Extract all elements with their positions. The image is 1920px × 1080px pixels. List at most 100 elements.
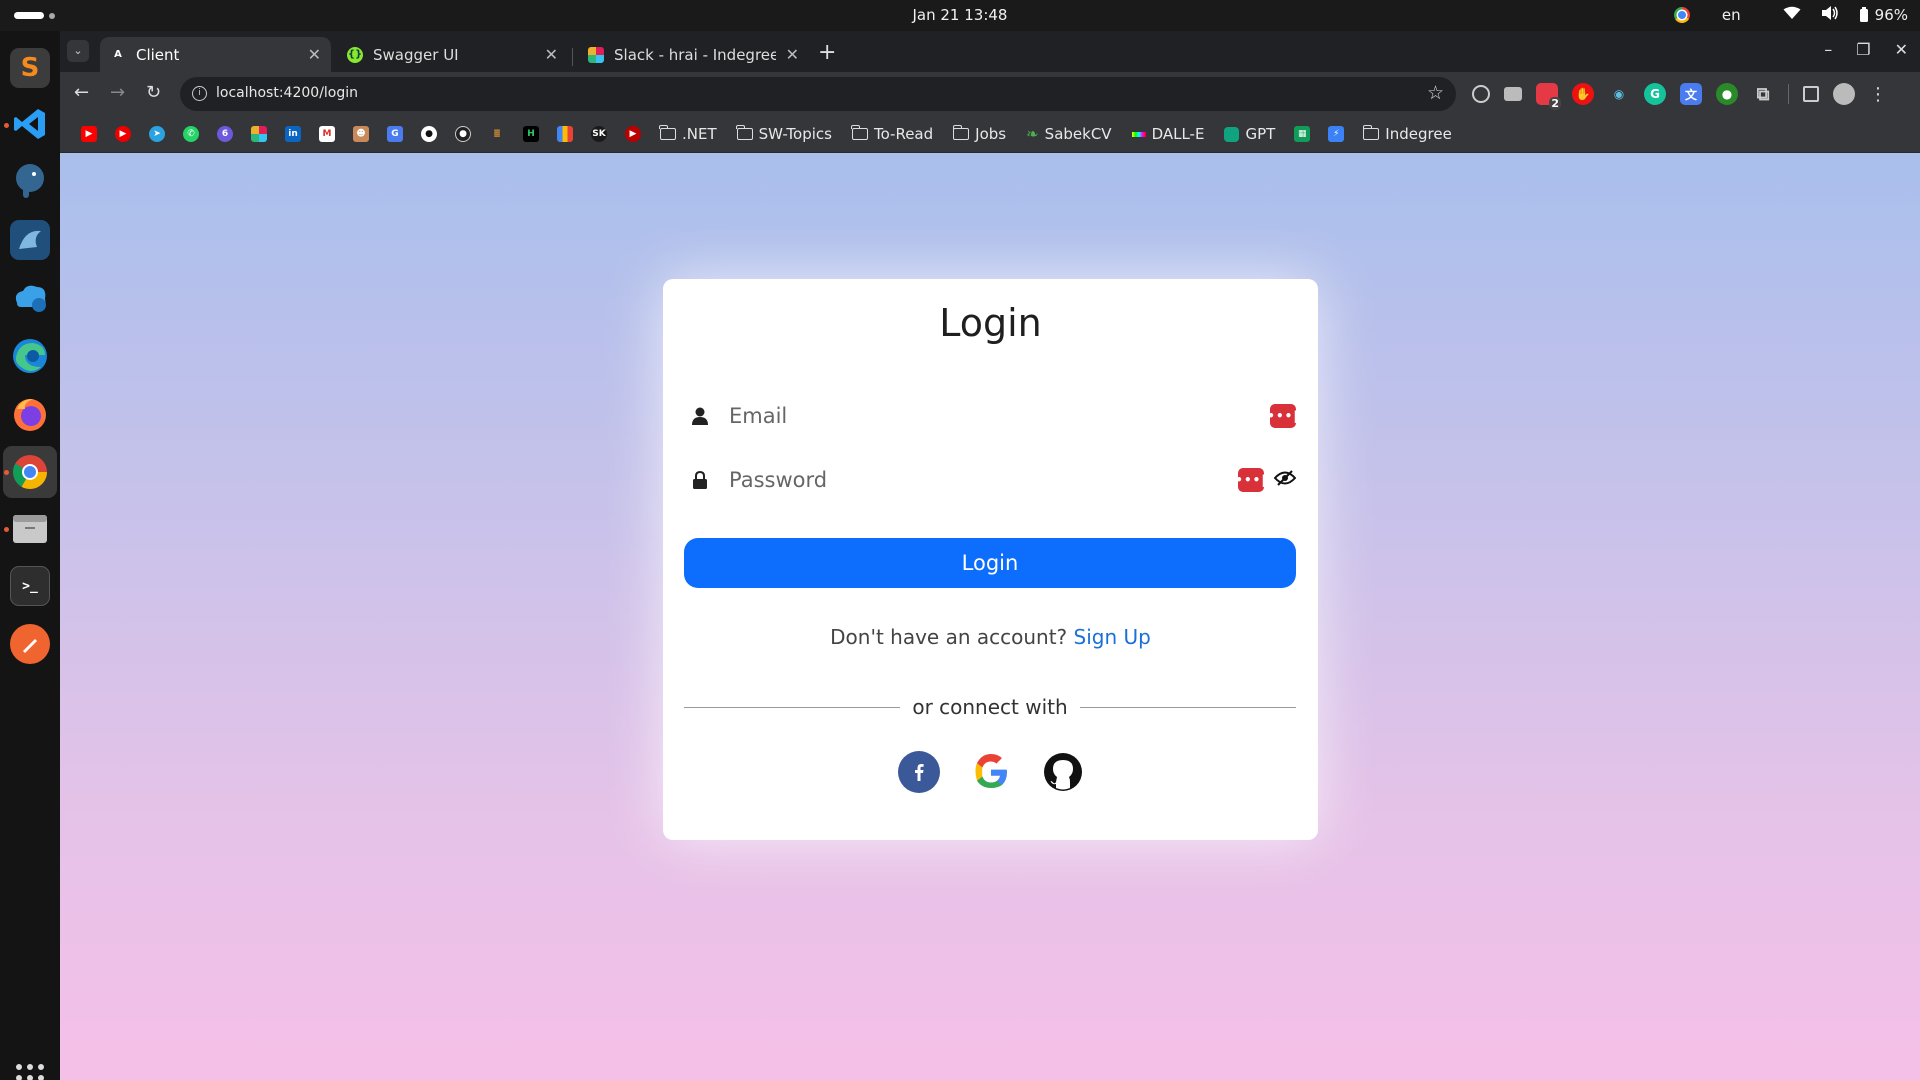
password-manager-icon[interactable]: •••| <box>1267 404 1298 428</box>
site-info-icon[interactable]: i <box>192 86 207 101</box>
tab-client[interactable]: A Client ✕ <box>100 37 331 72</box>
folder-icon <box>736 125 753 140</box>
close-tab-icon[interactable]: ✕ <box>308 45 321 64</box>
close-tab-icon[interactable]: ✕ <box>786 45 799 64</box>
tab-label: Swagger UI <box>373 45 459 64</box>
extensions-puzzle-icon[interactable]: ⧉ <box>1752 83 1774 105</box>
login-button[interactable]: Login <box>684 538 1296 588</box>
sublime-text-icon[interactable]: S <box>10 48 50 88</box>
telegram-bookmark-icon[interactable]: ➤ <box>149 126 165 142</box>
gmail-bookmark-icon[interactable]: M <box>319 126 335 142</box>
wifi-icon[interactable] <box>1783 6 1801 24</box>
bolt-bookmark-icon[interactable]: ⚡ <box>1328 126 1345 142</box>
google-icon[interactable] <box>970 751 1012 793</box>
todo-extension-icon[interactable]: 2 <box>1536 83 1561 110</box>
translate-globe-icon[interactable] <box>1472 85 1490 103</box>
whatsapp-bookmark-icon[interactable]: ✆ <box>183 126 199 142</box>
bookmark-folder-label: .NET <box>682 125 717 143</box>
toolbar-separator <box>1788 84 1789 104</box>
new-tab-button[interactable]: + <box>818 40 836 65</box>
battery-indicator[interactable]: 96% <box>1859 6 1908 24</box>
google-chrome-icon[interactable] <box>3 446 57 498</box>
system-tray[interactable]: en 96% <box>1673 5 1908 25</box>
address-url[interactable]: localhost:4200/login <box>216 85 358 101</box>
bookmark-sabekcv[interactable]: ❧ SabekCV <box>1026 125 1111 143</box>
stackoverflow-bookmark-icon[interactable]: ≣ <box>489 126 505 142</box>
youtube-bookmark-icon[interactable]: ▶ <box>81 126 97 142</box>
bookmark-folder-to-read[interactable]: To-Read <box>851 125 933 143</box>
bookmark-folder-label: Jobs <box>975 125 1007 143</box>
lock-icon <box>685 471 715 489</box>
sheets-bookmark-icon[interactable]: ▦ <box>1294 126 1311 142</box>
bookmark-folder-indegree[interactable]: Indegree <box>1362 125 1452 143</box>
email-field[interactable]: •••| <box>685 392 1298 440</box>
youtube-music-bookmark-icon[interactable]: ▶ <box>115 126 131 142</box>
openai-icon <box>1224 126 1240 142</box>
messenger-bookmark-icon[interactable]: 6 <box>217 126 233 142</box>
microsoft-edge-icon[interactable] <box>10 336 50 376</box>
slack-bookmark-icon[interactable] <box>251 126 267 142</box>
stop-hand-icon[interactable]: ✋ <box>1572 83 1594 105</box>
hackerrank-bookmark-icon[interactable]: H <box>523 126 539 142</box>
email-input[interactable] <box>715 404 1270 428</box>
bookmark-folder-sw-topics[interactable]: SW-Topics <box>736 125 832 143</box>
google-translate-icon[interactable]: 文 <box>1680 83 1702 105</box>
bookmark-star-icon[interactable]: ☆ <box>1427 82 1444 104</box>
analytics-bookmark-icon[interactable] <box>557 126 573 142</box>
reload-icon[interactable]: ↻ <box>146 82 161 103</box>
bookmark-dall-e[interactable]: DALL-E <box>1131 125 1204 143</box>
login-title: Login <box>939 301 1042 345</box>
linkedin-bookmark-icon[interactable]: in <box>285 126 301 142</box>
minimize-icon[interactable]: – <box>1824 40 1832 59</box>
files-icon[interactable] <box>10 508 50 548</box>
github-bookmark-icon[interactable]: ● <box>421 126 437 142</box>
postgresql-icon[interactable] <box>10 162 50 202</box>
grammarly-icon[interactable]: G <box>1644 83 1666 105</box>
screenshot-camera-icon[interactable] <box>1504 87 1522 101</box>
github-icon[interactable] <box>1042 751 1084 793</box>
profile-avatar[interactable] <box>1833 83 1855 105</box>
password-field[interactable]: •••| <box>685 456 1297 504</box>
password-manager-icon[interactable]: •••| <box>1235 468 1266 492</box>
mysql-workbench-icon[interactable] <box>10 220 50 260</box>
back-icon[interactable]: ← <box>74 82 89 103</box>
close-tab-icon[interactable]: ✕ <box>545 45 558 64</box>
azure-data-studio-icon[interactable] <box>10 278 50 318</box>
tab-label: Client <box>136 45 180 64</box>
terminal-icon[interactable]: >_ <box>10 566 50 606</box>
side-panel-icon[interactable] <box>1803 86 1819 102</box>
chrome-menu-icon[interactable]: ⋮ <box>1869 84 1887 105</box>
sk-bookmark-icon[interactable]: SK <box>591 126 607 142</box>
bookmark-folder-jobs[interactable]: Jobs <box>952 125 1007 143</box>
bookmark-gpt[interactable]: GPT <box>1224 125 1275 143</box>
eye-extension-icon[interactable]: ◉ <box>1608 83 1630 105</box>
system-clock[interactable]: Jan 21 13:48 <box>0 6 1920 24</box>
close-window-icon[interactable]: ✕ <box>1895 40 1908 59</box>
password-input[interactable] <box>715 468 1238 492</box>
tab-swagger-ui[interactable]: {} Swagger UI ✕ <box>337 37 568 72</box>
bookmark-label: SabekCV <box>1044 125 1112 143</box>
toggle-password-visibility-icon[interactable] <box>1273 470 1297 490</box>
facebook-icon[interactable] <box>897 751 940 793</box>
language-indicator[interactable]: en <box>1722 6 1741 24</box>
firefox-icon[interactable] <box>10 394 50 434</box>
github-alt-bookmark-icon[interactable]: ● <box>455 126 471 142</box>
pocket-bookmark-icon[interactable]: ▶ <box>625 126 641 142</box>
vscode-icon[interactable] <box>10 104 50 144</box>
translate-bookmark-icon[interactable]: G <box>387 126 403 142</box>
bookmarks-bar: ▶ ▶ ➤ ✆ 6 in M ☻ G ● ● ≣ H SK ▶ .NET SW-… <box>60 116 1920 153</box>
address-bar[interactable]: i localhost:4200/login ☆ <box>180 77 1456 111</box>
signup-link[interactable]: Sign Up <box>1074 625 1151 649</box>
volume-icon[interactable] <box>1821 5 1839 25</box>
bookmark-folder-dotnet[interactable]: .NET <box>659 125 717 143</box>
chrome-tray-icon[interactable] <box>1673 7 1690 23</box>
forward-icon[interactable]: → <box>110 82 125 103</box>
application-dock: S >_ <box>0 31 60 1080</box>
show-applications-icon[interactable] <box>16 1064 44 1080</box>
tab-slack[interactable]: Slack - hrai - Indegree ✕ <box>578 37 809 72</box>
postman-icon[interactable] <box>10 624 50 664</box>
tab-search-button[interactable]: ⌄ <box>67 40 89 62</box>
adblock-icon[interactable]: ● <box>1716 83 1738 105</box>
restore-icon[interactable]: ❐ <box>1856 40 1870 59</box>
person-bookmark-icon[interactable]: ☻ <box>353 126 369 142</box>
